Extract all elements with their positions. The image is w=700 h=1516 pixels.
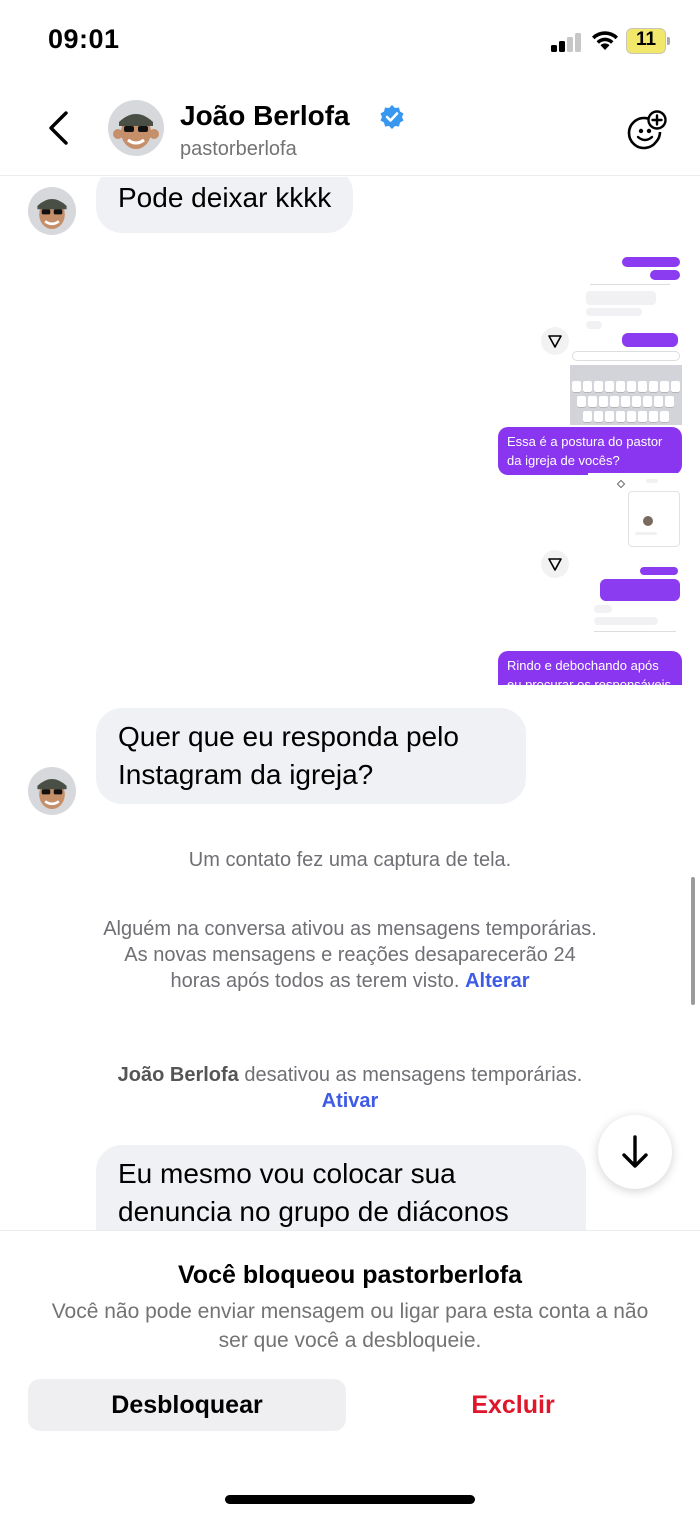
change-link[interactable]: Alterar: [465, 970, 529, 992]
share-icon[interactable]: [541, 550, 569, 578]
battery-icon: 11: [626, 28, 670, 54]
blocked-description: Você não pode enviar mensagem ou ligar p…: [51, 1300, 649, 1352]
chat-header: João Berlofa pastorberlofa: [0, 80, 700, 176]
screenshot-caption-bubble: Essa é a postura do pastor da igreja de …: [498, 427, 682, 475]
verified-badge-icon: [380, 105, 404, 129]
avatar[interactable]: [28, 767, 76, 815]
incoming-message[interactable]: Pode deixar kkkk: [96, 177, 354, 233]
contact-username[interactable]: pastorberlofa: [180, 138, 297, 161]
scrollbar-thumb[interactable]: [691, 877, 695, 1005]
vanish-mode-notice: Alguém na conversa ativou as mensagens t…: [100, 916, 600, 994]
back-chevron-icon[interactable]: [44, 110, 72, 146]
screenshot-notice: Um contato fez uma captura de tela.: [188, 849, 512, 871]
incoming-message[interactable]: Eu mesmo vou colocar sua denuncia no gru…: [96, 1145, 586, 1230]
shared-screenshot-image[interactable]: [570, 255, 682, 425]
blocked-title: Você bloqueou pastorberlofa: [177, 1261, 523, 1289]
vanish-mode-off-notice: João Berlofa desativou as mensagens temp…: [110, 1062, 590, 1114]
home-indicator[interactable]: [225, 1495, 475, 1504]
avatar[interactable]: [108, 100, 164, 156]
contact-name[interactable]: João Berlofa: [180, 100, 350, 132]
actor-name: João Berlofa: [117, 1064, 239, 1086]
cellular-signal-icon: [551, 32, 585, 52]
status-time: 09:01: [48, 24, 120, 54]
vanish-off-text: desativou as mensagens temporárias.: [244, 1064, 583, 1086]
avatar[interactable]: [28, 187, 76, 235]
delete-button[interactable]: Excluir: [354, 1379, 672, 1431]
battery-level: 11: [635, 29, 657, 50]
activate-link[interactable]: Ativar: [322, 1090, 379, 1112]
sticker-add-icon[interactable]: [626, 110, 668, 152]
wifi-icon: [592, 31, 618, 50]
incoming-message[interactable]: Quer que eu responda pelo Instagram da i…: [96, 708, 526, 804]
screenshot-caption-bubble: Rindo e debochando após eu procurar os r…: [498, 651, 682, 685]
shared-screenshot-image[interactable]: [588, 473, 682, 648]
status-bar: 09:01 11: [0, 0, 700, 80]
arrow-down-icon: [622, 1135, 648, 1168]
blocked-footer: Você bloqueou pastorberlofa Você não pod…: [0, 1230, 700, 1516]
message-thread[interactable]: Pode deixar kkkk Essa é a postura do pas…: [0, 177, 700, 1230]
scroll-to-bottom-button[interactable]: [598, 1115, 672, 1189]
share-icon[interactable]: [541, 327, 569, 355]
unblock-button[interactable]: Desbloquear: [28, 1379, 346, 1431]
